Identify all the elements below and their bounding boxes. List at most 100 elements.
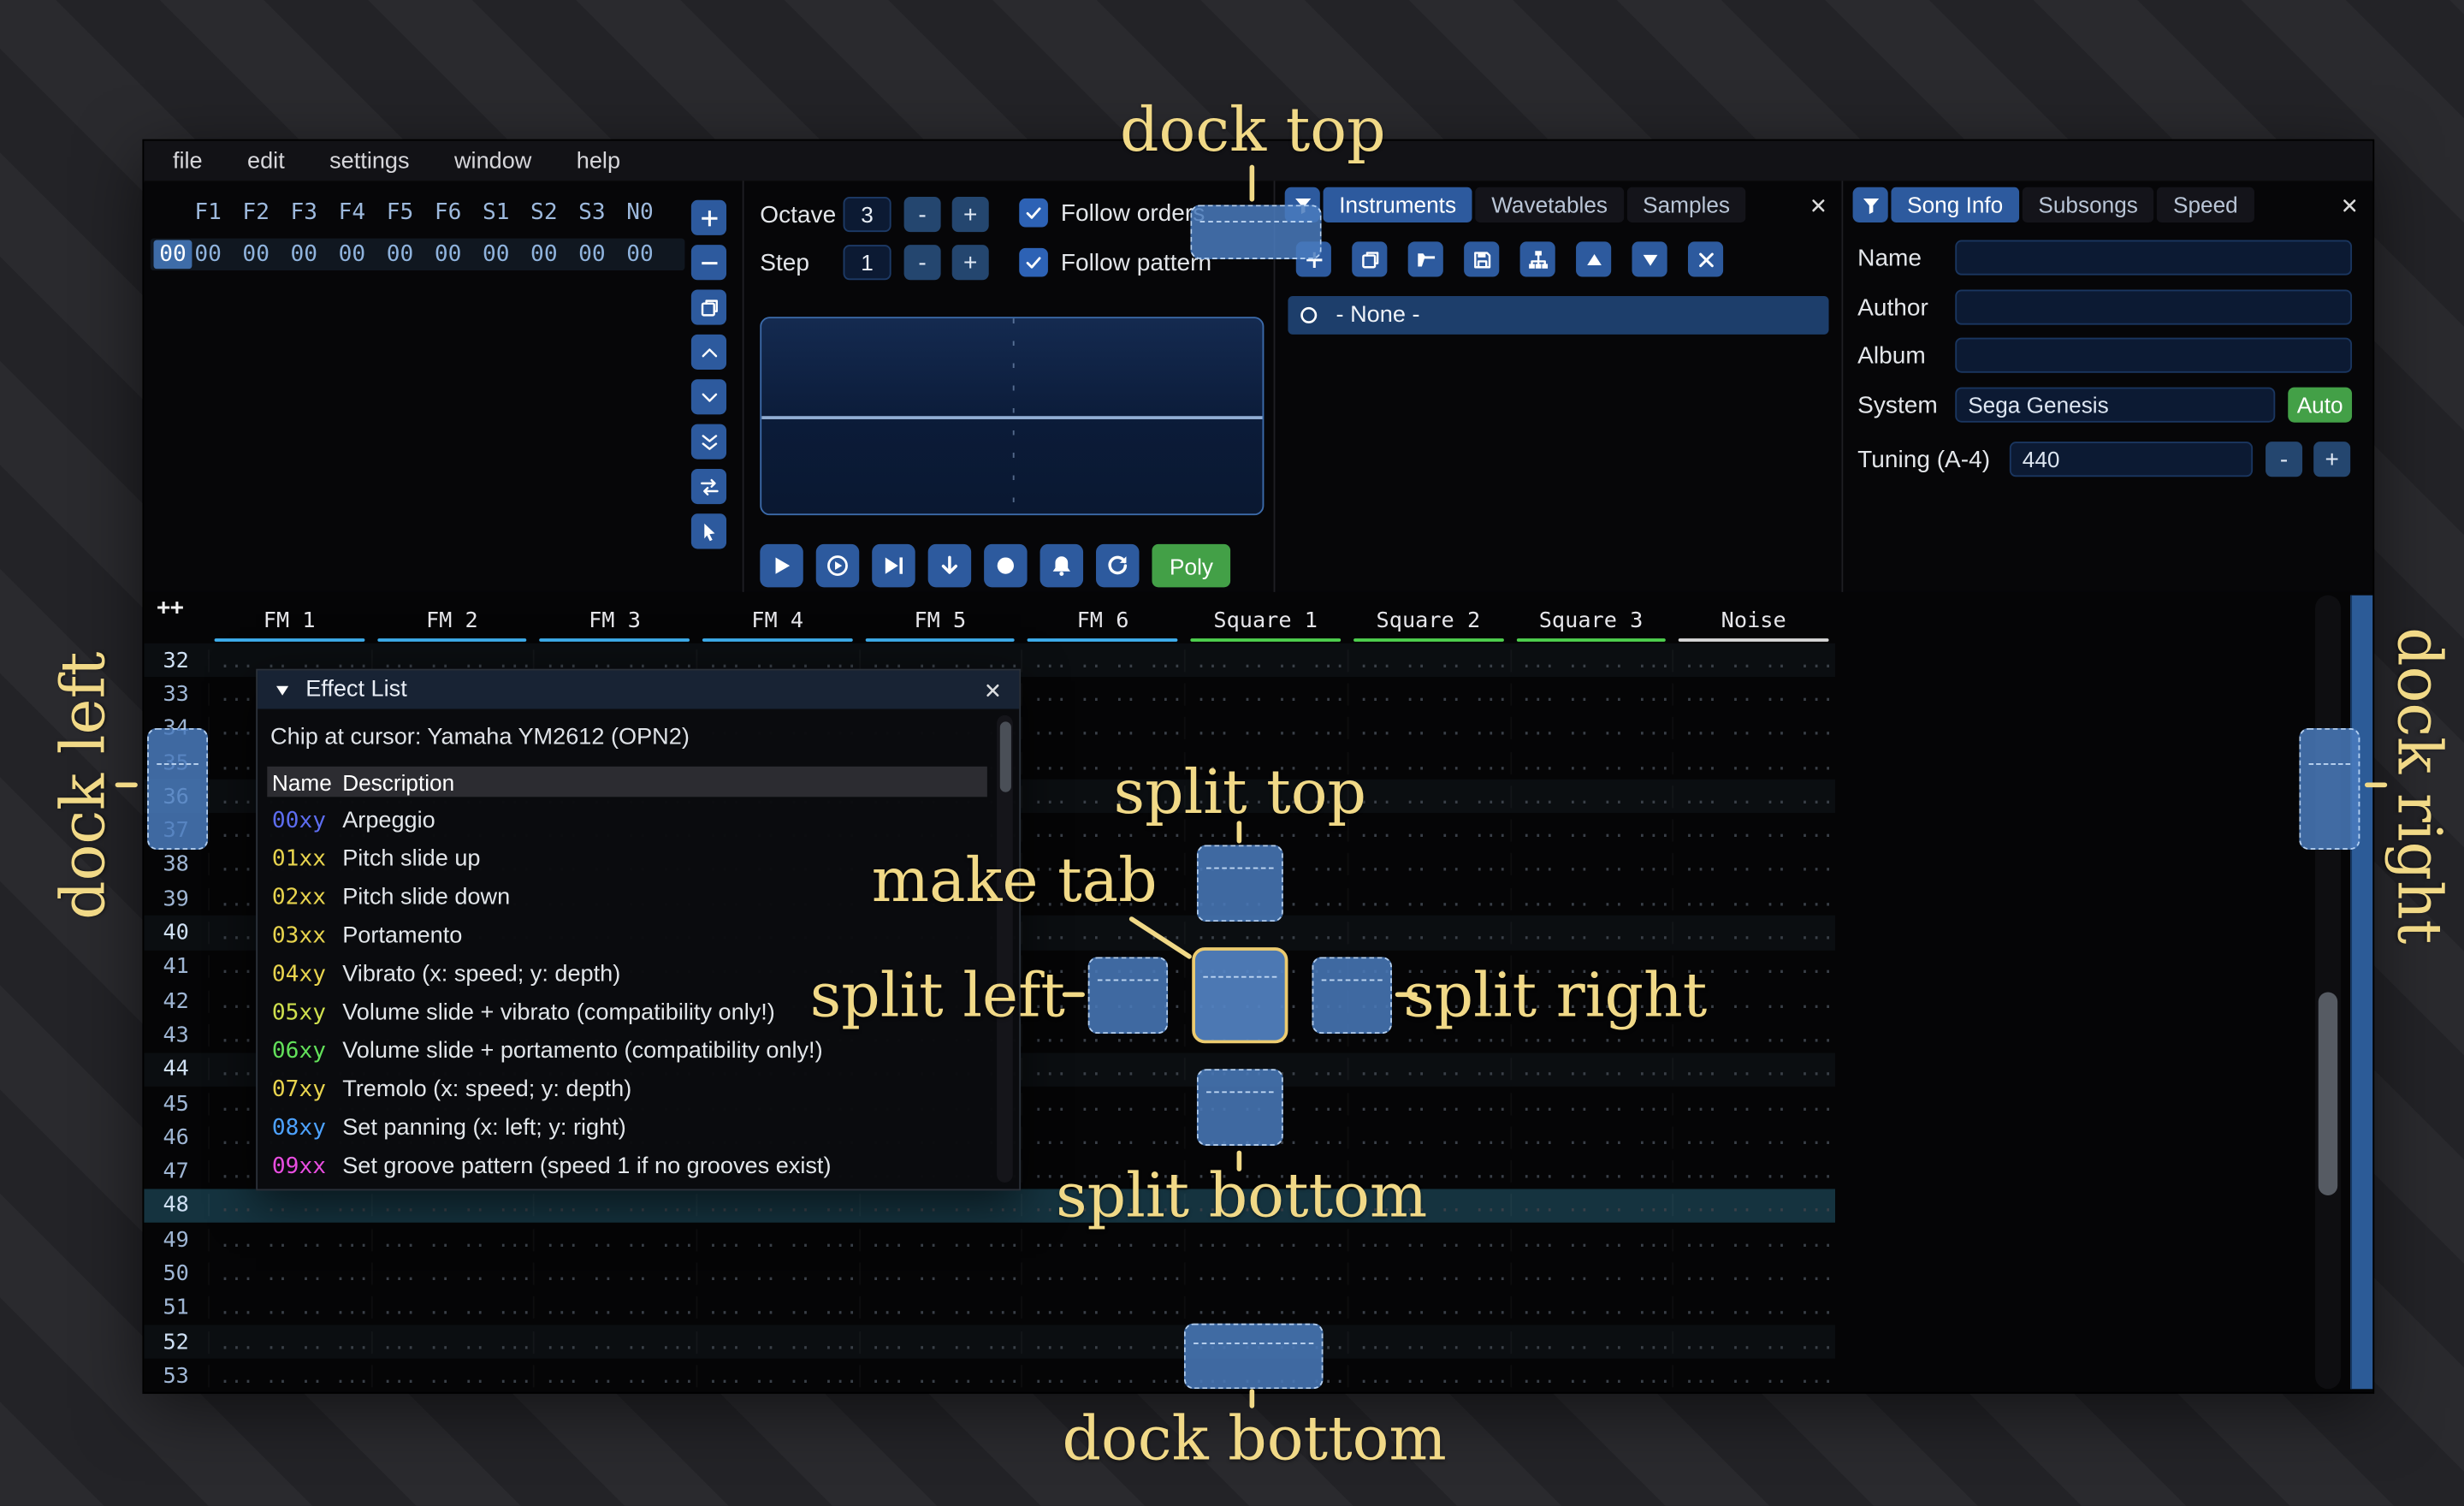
order-duplicate-end-button[interactable] [691,424,726,460]
instrument-move-up-button[interactable] [1576,241,1611,276]
tuning-decrement-button[interactable]: - [2266,442,2302,477]
order-remove-button[interactable] [691,245,726,280]
pattern-cell[interactable]: ... .. .. .... [1509,649,1672,672]
pattern-cell[interactable]: ... .. .. .... [1673,922,1835,944]
pattern-cell[interactable]: ... .. .. .... [1022,683,1184,705]
pattern-cell[interactable]: ... .. .. .... [1673,1331,1835,1353]
pattern-cell[interactable]: ... .. .. .... [370,1296,533,1319]
order-move-down-button[interactable] [691,379,726,414]
pattern-cell[interactable]: ... .. .. .... [1184,717,1347,739]
pattern-cell[interactable]: ... .. .. .... [533,1331,696,1353]
pattern-cell[interactable]: ... .. .. .... [1347,683,1509,705]
octave-increment-button[interactable]: + [952,197,989,232]
order-change-all-button[interactable] [691,469,726,504]
pattern-cell[interactable]: ... .. .. .... [1022,1092,1184,1114]
tab-speed[interactable]: Speed [2157,187,2254,222]
effect-list-title-bar[interactable]: Effect List [258,671,1019,709]
follow-pattern-checkbox[interactable] [1019,248,1048,277]
poly-button[interactable]: Poly [1152,544,1230,587]
pattern-cell[interactable]: ... .. .. .... [1673,887,1835,910]
step-increment-button[interactable]: + [952,245,989,280]
pattern-cell[interactable]: ... .. .. .... [1347,1365,1509,1387]
channel-header-fm-2[interactable]: FM 2 [370,605,533,643]
pattern-cell[interactable]: ... .. .. .... [1509,1229,1672,1251]
pattern-cell[interactable]: ... .. .. .... [1673,751,1835,774]
pattern-cell[interactable]: ... .. .. .... [1673,1296,1835,1319]
dock-top-target[interactable] [1190,205,1321,259]
pattern-cell[interactable]: ... .. .. .... [1022,1331,1184,1353]
split-left-target[interactable] [1088,957,1169,1034]
tab-song-info[interactable]: Song Info [1891,187,2018,222]
pattern-cell[interactable]: ... .. .. .... [370,1331,533,1353]
pattern-cell[interactable]: ... .. .. .... [1673,1160,1835,1183]
pattern-cell[interactable]: ... .. .. .... [1022,1296,1184,1319]
pattern-cell[interactable]: ... .. .. .... [1022,1365,1184,1387]
instrument-save-button[interactable] [1464,241,1499,276]
channel-header-square-3[interactable]: Square 3 [1509,605,1672,643]
dock-left-target[interactable] [147,728,208,850]
pattern-cell[interactable]: ... .. .. .... [1347,751,1509,774]
pattern-cell[interactable]: ... .. .. .... [1184,683,1347,705]
pattern-cell[interactable]: ... .. .. .... [1022,1058,1184,1081]
pattern-cell[interactable]: ... .. .. .... [1509,1058,1672,1081]
effect-list-scrollbar[interactable] [997,715,1013,1183]
pattern-cell[interactable]: ... .. .. .... [208,1262,370,1284]
octave-decrement-button[interactable]: - [904,197,941,232]
pattern-cell[interactable]: ... .. .. .... [1347,820,1509,842]
play-song-button[interactable] [816,544,859,587]
pattern-cell[interactable]: ... .. .. .... [1347,1262,1509,1284]
pattern-cell[interactable]: ... .. .. .... [1673,1262,1835,1284]
tuning-field[interactable]: 440 [2010,442,2253,477]
pattern-scrollbar[interactable] [2315,596,2341,1390]
instrument-delete-button[interactable] [1688,241,1723,276]
system-field[interactable]: Sega Genesis [1955,388,2275,423]
tab-wavetables[interactable]: Wavetables [1475,187,1623,222]
pattern-cell[interactable]: ... .. .. .... [1509,1126,1672,1148]
name-field[interactable] [1955,240,2352,276]
menu-item-edit[interactable]: edit [225,148,307,174]
channel-header-fm-1[interactable]: FM 1 [208,605,370,643]
pattern-cell[interactable]: ... .. .. .... [1022,1126,1184,1148]
pattern-cell[interactable]: ... .. .. .... [1509,1331,1672,1353]
pattern-cell[interactable]: ... .. .. .... [1509,922,1672,944]
step-row-button[interactable] [928,544,971,587]
pattern-cell[interactable]: ... .. .. .... [533,1365,696,1387]
pattern-cell[interactable]: ... .. .. .... [1673,820,1835,842]
menu-item-window[interactable]: window [432,148,554,174]
pattern-cell[interactable]: ... .. .. .... [1184,649,1347,672]
pattern-cell[interactable]: ... .. .. .... [208,1365,370,1387]
channel-header-fm-4[interactable]: FM 4 [696,605,859,643]
orders-cell[interactable]: 00 [184,241,232,267]
make-tab-target[interactable] [1192,947,1288,1043]
pattern-cell[interactable]: ... .. .. .... [1347,854,1509,876]
pattern-cell[interactable]: ... .. .. .... [696,1296,859,1319]
tab-instruments[interactable]: Instruments [1324,187,1472,222]
orders-cell[interactable]: 00 [328,241,376,267]
pattern-cell[interactable]: ... .. .. .... [1022,717,1184,739]
effect-list-scrollbar-thumb[interactable] [999,721,1010,792]
orders-cell[interactable]: 00 [232,241,280,267]
order-move-up-button[interactable] [691,335,726,370]
pattern-cell[interactable]: ... .. .. .... [1184,922,1347,944]
orders-cell[interactable]: 00 [472,241,520,267]
split-right-target[interactable] [1312,957,1392,1034]
pattern-cell[interactable]: ... .. .. .... [1509,717,1672,739]
menu-item-file[interactable]: file [151,148,225,174]
pattern-cell[interactable]: ... .. .. .... [208,1331,370,1353]
orders-cell[interactable]: 00 [568,241,616,267]
pattern-cell[interactable]: ... .. .. .... [1347,922,1509,944]
split-top-target[interactable] [1197,845,1283,922]
orders-cell[interactable]: 00 [280,241,328,267]
collapse-icon[interactable] [274,681,292,699]
pattern-cell[interactable]: ... .. .. .... [533,1195,696,1217]
pattern-cell[interactable]: ... .. .. .... [1509,786,1672,808]
tab-samples[interactable]: Samples [1626,187,1745,222]
pattern-cell[interactable]: ... .. .. .... [1509,1195,1672,1217]
menu-item-help[interactable]: help [554,148,643,174]
song-panel-close-button[interactable] [2334,191,2363,220]
channel-header-square-2[interactable]: Square 2 [1347,605,1509,643]
pattern-cell[interactable]: ... .. .. .... [1673,683,1835,705]
metronome-button[interactable] [1040,544,1083,587]
instrument-open-button[interactable] [1408,241,1443,276]
pattern-cell[interactable]: ... .. .. .... [370,1365,533,1387]
